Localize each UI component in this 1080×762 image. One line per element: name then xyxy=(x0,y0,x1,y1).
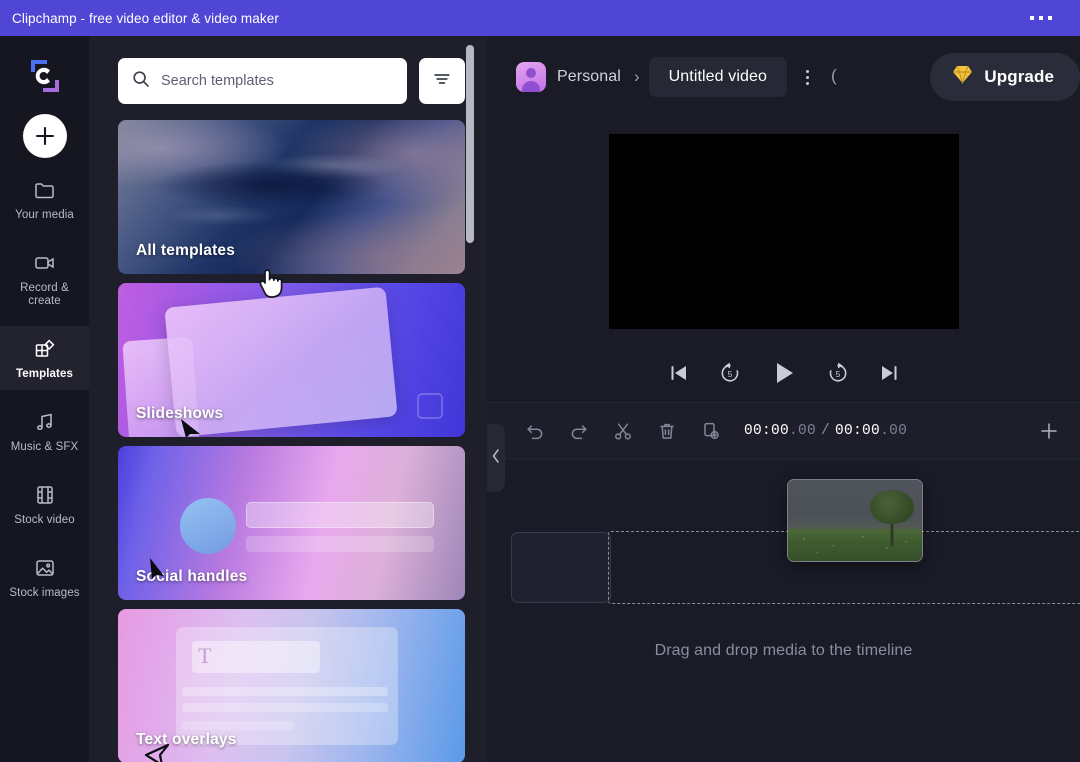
window-menu-ellipsis-icon[interactable] xyxy=(1030,16,1052,20)
obscured-icon[interactable]: ( xyxy=(831,66,845,88)
window-title: Clipchamp - free video editor & video ma… xyxy=(12,10,279,26)
filter-icon xyxy=(432,69,452,94)
thumbnail-tree xyxy=(868,489,916,548)
play-button[interactable] xyxy=(770,359,798,387)
sidebar-item-music-sfx[interactable]: Music & SFX xyxy=(0,399,89,463)
sidebar-item-label: Templates xyxy=(16,368,73,380)
diamond-icon xyxy=(952,65,973,89)
redo-button[interactable] xyxy=(560,414,598,448)
current-time-main: 00:00 xyxy=(744,423,790,439)
current-time-frac: .00 xyxy=(789,423,817,439)
preview-area xyxy=(487,118,1080,344)
timecode-separator: / xyxy=(821,423,831,439)
template-card-social-handles[interactable]: Social handles xyxy=(118,446,465,600)
templates-icon xyxy=(32,336,58,362)
search-templates-box[interactable] xyxy=(118,58,407,104)
undo-button[interactable] xyxy=(516,414,554,448)
clipchamp-logo xyxy=(21,52,69,100)
cursor-arrow-decoration xyxy=(181,419,200,437)
filter-button[interactable] xyxy=(419,58,465,104)
video-preview-canvas[interactable] xyxy=(608,133,959,329)
playback-controls: 5 5 xyxy=(487,344,1080,402)
project-title-input[interactable]: Untitled video xyxy=(648,57,787,97)
window-titlebar: Clipchamp - free video editor & video ma… xyxy=(0,0,1080,36)
upgrade-button[interactable]: Upgrade xyxy=(930,53,1080,101)
folder-icon xyxy=(32,177,58,203)
templates-panel: All templates Slideshows Social handles xyxy=(89,36,487,762)
add-track-button[interactable] xyxy=(1035,417,1063,445)
sidebar-item-record-create[interactable]: Record & create xyxy=(0,240,89,317)
text-tool-glyph: T xyxy=(198,643,212,668)
sidebar-item-label: Record & create xyxy=(20,282,69,307)
sidebar-item-your-media[interactable]: Your media xyxy=(0,167,89,231)
total-time-frac: .00 xyxy=(880,423,908,439)
music-note-icon xyxy=(32,409,58,435)
film-strip-icon xyxy=(32,482,58,508)
templates-scrollbar-thumb[interactable] xyxy=(466,45,474,243)
template-card-title: All templates xyxy=(136,242,236,259)
sidebar-item-stock-images[interactable]: Stock images xyxy=(0,545,89,609)
sidebar-item-label: Your media xyxy=(15,209,74,221)
duplicate-button[interactable] xyxy=(692,414,730,448)
chevron-left-icon xyxy=(491,448,501,469)
total-time-main: 00:00 xyxy=(835,423,881,439)
templates-panel-header xyxy=(89,36,487,104)
timeline-toolbar: 00:00.00/00:00.00 xyxy=(487,402,1080,460)
template-card-list: All templates Slideshows Social handles xyxy=(89,104,487,762)
project-more-menu-icon[interactable] xyxy=(795,62,821,92)
clipchamp-window: Clipchamp - free video editor & video ma… xyxy=(0,0,1080,762)
sidebar-item-templates[interactable]: Templates xyxy=(0,326,89,390)
svg-text:5: 5 xyxy=(835,369,840,379)
sidebar-item-label: Stock video xyxy=(14,514,75,526)
sidebar-item-label: Music & SFX xyxy=(10,441,79,453)
search-icon xyxy=(132,70,150,93)
tree-photo-thumbnail[interactable] xyxy=(787,479,923,562)
delete-button[interactable] xyxy=(648,414,686,448)
template-card-all-templates[interactable]: All templates xyxy=(118,120,465,274)
editor-header: Personal › Untitled video ( Upgrade xyxy=(487,36,1080,118)
template-card-slideshows[interactable]: Slideshows xyxy=(118,283,465,437)
skip-to-start-button[interactable] xyxy=(668,362,690,384)
split-button[interactable] xyxy=(604,414,642,448)
cursor-arrow-decoration xyxy=(150,558,164,579)
upgrade-label: Upgrade xyxy=(984,67,1054,86)
workspace-avatar[interactable] xyxy=(516,62,546,92)
drop-hint-text: Drag and drop media to the timeline xyxy=(654,642,913,659)
search-input[interactable] xyxy=(161,73,393,89)
timeline-track-block[interactable] xyxy=(511,532,611,603)
video-camera-icon xyxy=(32,250,58,276)
template-card-text-overlays[interactable]: T Text overlays xyxy=(118,609,465,762)
skip-to-end-button[interactable] xyxy=(878,362,900,384)
left-sidebar: Your media Record & create Templates Mus… xyxy=(0,36,89,762)
rewind-5-button[interactable]: 5 xyxy=(718,361,742,385)
cursor-arrow-decoration xyxy=(144,743,170,762)
timecode-display: 00:00.00/00:00.00 xyxy=(744,423,907,439)
sidebar-item-stock-video[interactable]: Stock video xyxy=(0,472,89,536)
forward-5-button[interactable]: 5 xyxy=(826,361,850,385)
timeline-area[interactable]: Drag and drop media to the timeline xyxy=(487,460,1080,762)
svg-text:5: 5 xyxy=(727,369,732,379)
image-icon xyxy=(32,555,58,581)
editor-area: Personal › Untitled video ( Upgrade 5 5 … xyxy=(487,36,1080,762)
sidebar-item-label: Stock images xyxy=(9,587,80,599)
add-media-button[interactable] xyxy=(22,114,67,158)
workspace-name[interactable]: Personal xyxy=(557,68,621,86)
collapse-panel-button[interactable] xyxy=(487,424,505,492)
breadcrumb-separator-icon: › xyxy=(633,67,640,86)
